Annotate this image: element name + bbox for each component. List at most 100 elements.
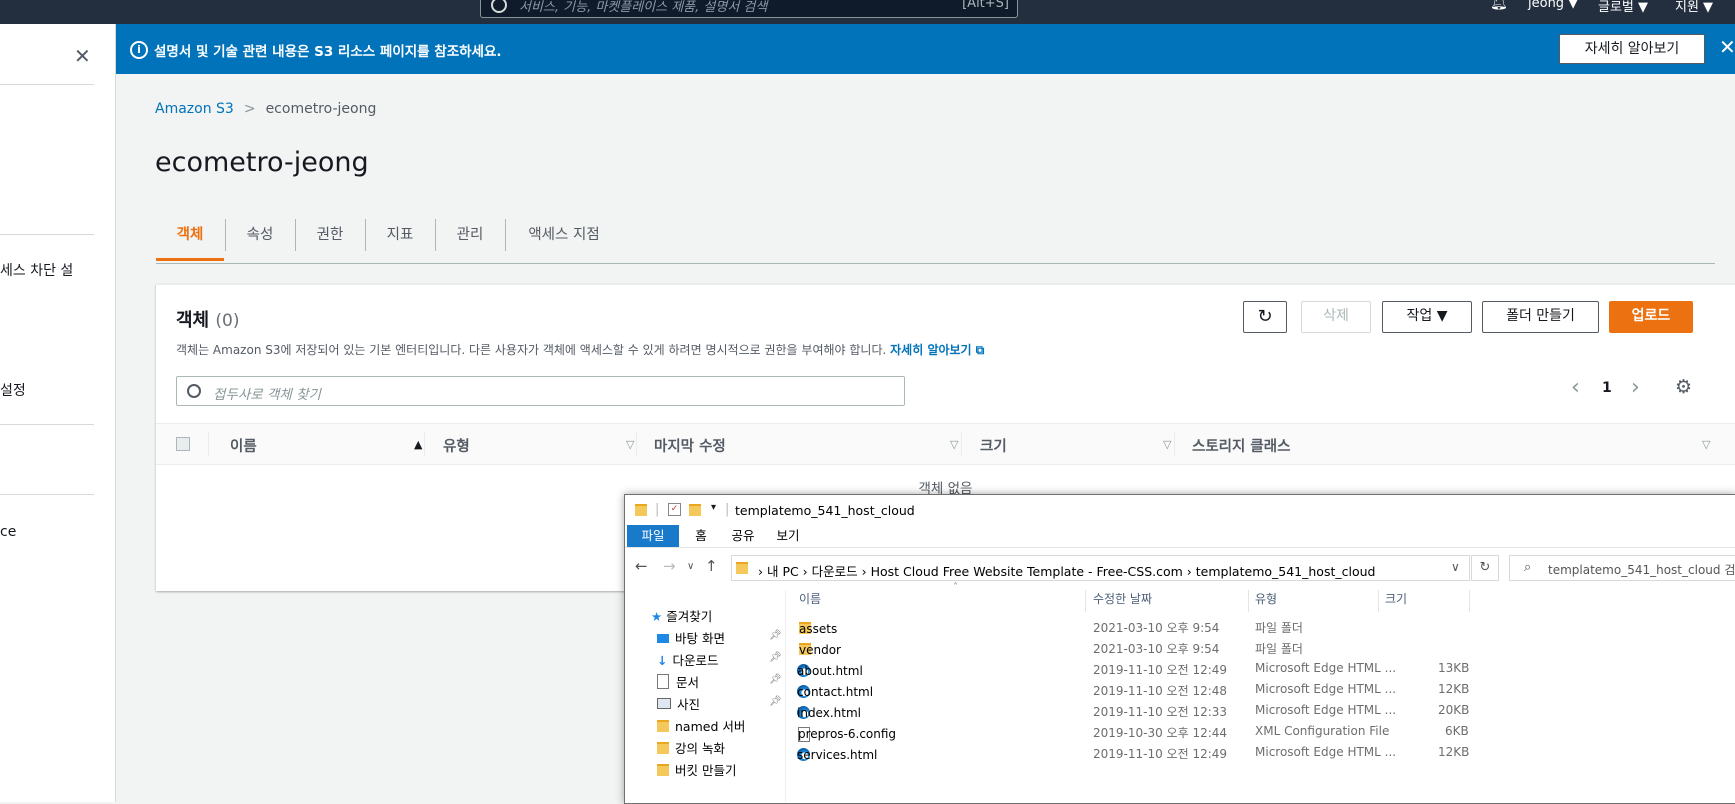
chevron-down-icon[interactable]: ∨ [1451,560,1460,574]
download-icon: ↓ [657,653,668,668]
upload-button[interactable]: 업로드 [1609,301,1693,333]
actions-dropdown[interactable]: 작업 ▼ [1382,301,1472,333]
breadcrumb-amazon-s3[interactable]: Amazon S3 [155,101,234,117]
explorer-ribbon: 파일 홈 공유 보기 [625,525,1735,548]
column-divider [1085,590,1086,612]
sort-icon[interactable]: ▽ [626,438,634,451]
close-icon[interactable]: ✕ [1719,35,1735,59]
nav-item-documents[interactable]: 문서 [657,672,699,691]
tab-objects[interactable]: 객체 [156,215,224,261]
user-menu[interactable]: jeong ▼ [1528,0,1578,11]
region-menu[interactable]: 글로벌 ▼ [1598,0,1648,15]
folder-icon [635,504,653,519]
bell-icon[interactable]: 🔔︎ [1490,0,1508,11]
refresh-icon[interactable]: ↻ [1471,555,1499,581]
folder-icon [657,764,669,776]
file-row[interactable]: assets 2021-03-10 오후 9:54 파일 폴더 [793,616,1735,637]
tab-metrics[interactable]: 지표 [366,215,434,261]
global-search-input[interactable]: 서비스, 기능, 마켓플레이스 제품, 설명서 검색 [Alt+S] [480,0,1018,18]
ribbon-tab-home[interactable]: 홈 [681,525,721,547]
column-header-type[interactable]: 유형 [1255,590,1277,607]
file-size: 13KB [1438,661,1470,675]
file-date: 2019-11-10 오전 12:48 [1093,684,1228,698]
file-size: 6KB [1445,724,1469,738]
new-folder-icon[interactable] [689,504,707,519]
sort-ascending-icon: ˄ [953,582,958,593]
file-row[interactable]: vendor 2021-03-10 오후 9:54 파일 폴더 [793,637,1735,658]
file-date: 2021-03-10 오후 9:54 [1093,621,1220,635]
ribbon-tab-share[interactable]: 공유 [721,525,765,547]
nav-item-pictures[interactable]: 사진 [657,694,700,713]
file-row[interactable]: contact.html 2019-11-10 오전 12:48 Microso… [793,679,1735,700]
column-header-last-modified[interactable]: 마지막 수정 [654,435,726,456]
quick-access-dropdown-icon[interactable]: ▾ [711,502,716,513]
file-name: about.html [797,664,863,678]
column-header-name[interactable]: 이름 [799,590,821,607]
divider [0,424,94,425]
previous-page-icon[interactable]: ‹ [1571,375,1580,400]
nav-item-downloads[interactable]: ↓ 다운로드 [657,650,719,669]
file-explorer-window[interactable]: | ✓ ▾ | templatemo_541_host_cloud 파일 홈 공… [624,494,1735,804]
back-arrow-icon[interactable]: ← [635,557,648,575]
address-breadcrumb[interactable]: › 내 PC › 다운로드 › Host Cloud Free Website … [758,561,1375,580]
sort-icon[interactable]: ▽ [1702,438,1710,451]
sort-icon[interactable]: ▽ [1163,438,1171,451]
learn-more-button[interactable]: 자세히 알아보기 [1559,34,1705,64]
column-header-name[interactable]: 이름 [230,435,257,456]
pin-icon[interactable]: 📌︎ [769,674,782,685]
sort-icon[interactable]: ▽ [950,438,958,451]
recent-locations-icon[interactable]: ∨ [687,561,694,572]
gear-icon[interactable]: ⚙ [1675,376,1692,398]
tab-access-points[interactable]: 액세스 지점 [506,215,622,261]
up-arrow-icon[interactable]: ↑ [705,557,718,575]
nav-item-quick-access[interactable]: ★ 즐겨찾기 [651,606,712,625]
column-header-size[interactable]: 크기 [1385,590,1407,607]
breadcrumb: Amazon S3 > ecometro-jeong [155,101,376,117]
search-icon [491,0,507,13]
tab-management[interactable]: 관리 [436,215,504,261]
sidebar-item-settings[interactable]: 설정 [0,380,26,400]
page-title: ecometro-jeong [155,147,369,178]
tab-permissions[interactable]: 권한 [296,215,364,261]
refresh-button[interactable]: ↻ [1243,301,1287,333]
file-row[interactable]: index.html 2019-11-10 오전 12:33 Microsoft… [793,700,1735,721]
file-row[interactable]: about.html 2019-11-10 오전 12:49 Microsoft… [793,658,1735,679]
delete-button[interactable]: 삭제 [1301,301,1371,333]
column-header-storage-class[interactable]: 스토리지 클래스 [1192,435,1290,456]
support-menu[interactable]: 지원 ▼ [1675,0,1713,15]
tab-properties[interactable]: 속성 [226,215,294,261]
object-search-input[interactable]: 접두사로 객체 찾기 [176,376,905,406]
ribbon-tab-view[interactable]: 보기 [765,525,811,547]
nav-item-desktop[interactable]: 바탕 화면 [657,628,725,647]
properties-icon[interactable]: ✓ [668,503,681,516]
pin-icon[interactable]: 📌︎ [769,630,782,641]
column-header-date-modified[interactable]: 수정한 날짜 [1093,590,1152,607]
nav-item-create-bucket[interactable]: 버킷 만들기 [657,760,736,779]
forward-arrow-icon[interactable]: → [663,557,676,575]
learn-more-link[interactable]: 자세히 알아보기 ⧉ [890,343,984,357]
sidebar-item-marketplace[interactable]: ce [0,524,16,540]
pin-icon[interactable]: 📌︎ [769,652,782,663]
address-bar[interactable]: › 내 PC › 다운로드 › Host Cloud Free Website … [731,555,1470,581]
page-number[interactable]: 1 [1602,380,1612,396]
side-navigation-panel: ✕ 세스 차단 설 설정 ce [0,24,116,802]
refresh-icon: ↻ [1257,306,1273,327]
sidebar-item-block-public-access[interactable]: 세스 차단 설 [0,260,73,280]
sort-ascending-icon[interactable]: ▲ [414,438,422,451]
close-icon[interactable]: ✕ [74,44,91,68]
nav-item-named-server[interactable]: named 서버 [657,716,745,735]
file-row[interactable]: services.html 2019-11-10 오전 12:49 Micros… [793,742,1735,763]
next-page-icon[interactable]: › [1631,375,1640,400]
select-all-checkbox[interactable] [176,437,190,451]
column-divider [424,432,425,456]
ribbon-tab-file[interactable]: 파일 [627,525,679,547]
create-folder-button[interactable]: 폴더 만들기 [1482,301,1599,333]
folder-icon [689,504,701,516]
column-header-size[interactable]: 크기 [980,435,1007,456]
column-divider [1378,590,1379,612]
column-header-type[interactable]: 유형 [443,435,470,456]
pin-icon[interactable]: 📌︎ [769,696,782,707]
file-row[interactable]: prepros-6.config 2019-10-30 오후 12:44 XML… [793,721,1735,742]
nav-item-lecture-recording[interactable]: 강의 녹화 [657,738,725,757]
explorer-search-input[interactable]: ⌕ templatemo_541_host_cloud 검색 [1509,555,1735,581]
